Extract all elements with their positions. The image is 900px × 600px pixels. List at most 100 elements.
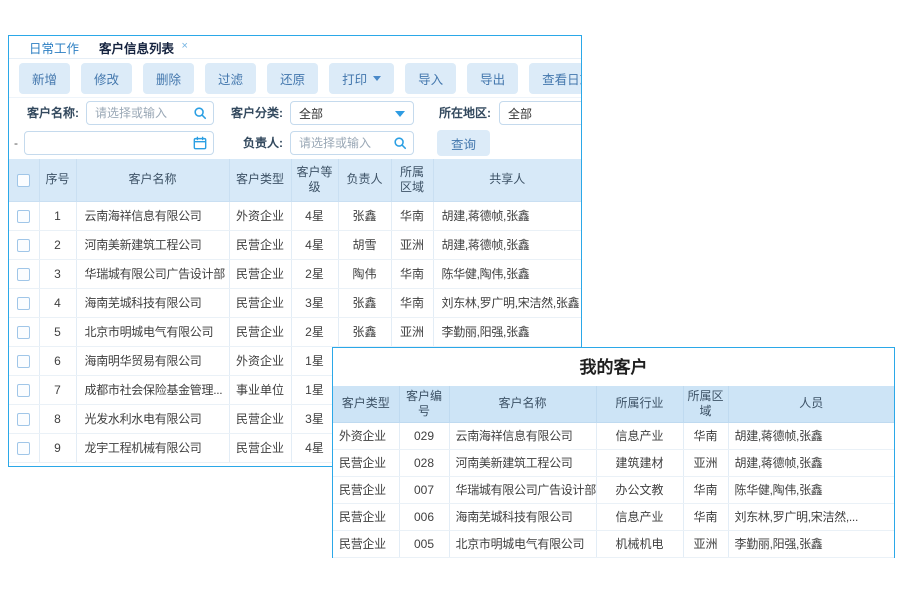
cell-region: 华南 (391, 201, 433, 230)
cell-customer-type: 外资企业 (229, 201, 291, 230)
owner-field (290, 131, 414, 155)
cell-no: 8 (39, 404, 76, 433)
date-range-separator: - (14, 130, 18, 156)
cell-customer-name[interactable]: 河南美新建筑工程公司 (76, 230, 229, 259)
cell-shared: 胡建,蒋德帧,张鑫 (433, 201, 581, 230)
col-owner: 负责人 (338, 159, 391, 201)
cell-customer-name[interactable]: 河南美新建筑工程公司 (449, 449, 596, 476)
cell-customer-code[interactable]: 006 (399, 503, 449, 530)
filter-button[interactable]: 过滤 (205, 63, 256, 94)
cell-owner[interactable]: 胡雪 (338, 230, 391, 259)
cell-owner[interactable]: 陶伟 (338, 259, 391, 288)
chevron-down-icon[interactable] (395, 111, 405, 117)
cell-region: 华南 (683, 422, 728, 449)
row-checkbox[interactable] (17, 326, 30, 339)
cell-region: 华南 (683, 476, 728, 503)
cell-customer-level: 2星 (291, 259, 338, 288)
category-label: 客户分类: (221, 100, 283, 126)
cell-customer-type: 民营企业 (333, 476, 399, 503)
close-icon[interactable]: × (182, 40, 188, 52)
cell-staff: 胡建,蒋德帧,张鑫 (728, 449, 894, 476)
panel-row: 民营企业 028 河南美新建筑工程公司 建筑建材 亚洲 胡建,蒋德帧,张鑫 (333, 449, 894, 476)
cell-shared: 胡建,蒋德帧,张鑫 (433, 230, 581, 259)
edit-button[interactable]: 修改 (81, 63, 132, 94)
cell-customer-level: 3星 (291, 404, 338, 433)
my-customers-panel: 我的客户 客户类型 客户编号 客户名称 所属行业 所属区域 人员 外资企业 02… (332, 347, 895, 558)
cell-owner[interactable]: 张鑫 (338, 201, 391, 230)
row-checkbox[interactable] (17, 210, 30, 223)
row-checkbox[interactable] (17, 355, 30, 368)
delete-button[interactable]: 删除 (143, 63, 194, 94)
cell-customer-name[interactable]: 龙宇工程机械有限公司 (76, 433, 229, 462)
print-button-label: 打印 (342, 69, 367, 88)
row-checkbox[interactable] (17, 268, 30, 281)
import-button[interactable]: 导入 (405, 63, 456, 94)
tab-customer-list[interactable]: 客户信息列表 × (89, 36, 198, 59)
col-shared: 共享人 (433, 159, 581, 201)
cell-customer-name[interactable]: 海南芜城科技有限公司 (449, 503, 596, 530)
cell-customer-name[interactable]: 华瑞城有限公司广告设计部 (76, 259, 229, 288)
row-checkbox[interactable] (17, 442, 30, 455)
cell-select (9, 259, 39, 288)
cell-select (9, 346, 39, 375)
region-input[interactable] (499, 101, 582, 125)
cell-customer-code[interactable]: 007 (399, 476, 449, 503)
cell-owner[interactable]: 张鑫 (338, 288, 391, 317)
cell-customer-name[interactable]: 华瑞城有限公司广告设计部 (449, 476, 596, 503)
search-icon[interactable] (193, 106, 207, 120)
cell-select (9, 317, 39, 346)
select-all-checkbox[interactable] (17, 174, 30, 187)
cell-select (9, 404, 39, 433)
cell-customer-level: 4星 (291, 433, 338, 462)
cell-customer-type: 外资企业 (333, 422, 399, 449)
add-button[interactable]: 新增 (19, 63, 70, 94)
cell-select (9, 288, 39, 317)
row-checkbox[interactable] (17, 297, 30, 310)
col-staff: 人员 (728, 386, 894, 422)
calendar-icon[interactable] (193, 136, 207, 150)
view-log-button[interactable]: 查看日志 (529, 63, 582, 94)
row-checkbox[interactable] (17, 413, 30, 426)
cell-customer-type: 民营企业 (229, 259, 291, 288)
date-field (24, 131, 214, 155)
cell-customer-code[interactable]: 028 (399, 449, 449, 476)
panel-row: 民营企业 007 华瑞城有限公司广告设计部 办公文教 华南 陈华健,陶伟,张鑫 (333, 476, 894, 503)
cell-select (9, 201, 39, 230)
cell-customer-level: 2星 (291, 317, 338, 346)
cell-industry: 信息产业 (596, 422, 683, 449)
panel-row: 民营企业 005 北京市明城电气有限公司 机械机电 亚洲 李勤丽,阳强,张鑫 (333, 530, 894, 557)
cell-staff: 刘东林,罗广明,宋洁然,... (728, 503, 894, 530)
cell-region: 华南 (391, 288, 433, 317)
row-checkbox[interactable] (17, 239, 30, 252)
cell-customer-name[interactable]: 海南芜城科技有限公司 (76, 288, 229, 317)
search-button[interactable]: 查询 (437, 130, 490, 156)
col-no: 序号 (39, 159, 76, 201)
row-checkbox[interactable] (17, 384, 30, 397)
print-button[interactable]: 打印 (329, 63, 394, 94)
cell-customer-name[interactable]: 云南海祥信息有限公司 (449, 422, 596, 449)
cell-customer-name[interactable]: 北京市明城电气有限公司 (449, 530, 596, 557)
cell-customer-name[interactable]: 云南海祥信息有限公司 (76, 201, 229, 230)
tab-daily-work[interactable]: 日常工作 (19, 36, 89, 59)
cell-customer-type: 民营企业 (229, 230, 291, 259)
cell-customer-name[interactable]: 北京市明城电气有限公司 (76, 317, 229, 346)
cell-customer-name[interactable]: 海南明华贸易有限公司 (76, 346, 229, 375)
cell-customer-code[interactable]: 029 (399, 422, 449, 449)
date-input[interactable] (24, 131, 214, 155)
cell-customer-level: 4星 (291, 201, 338, 230)
tab-bar: 日常工作 客户信息列表 × (9, 36, 581, 59)
tab-customer-list-label: 客户信息列表 (99, 42, 174, 56)
category-select (290, 101, 414, 125)
table-row: 3 华瑞城有限公司广告设计部 民营企业 2星 陶伟 华南 陈华健,陶伟,张鑫 (9, 259, 581, 288)
cell-region: 亚洲 (683, 449, 728, 476)
cell-customer-code[interactable]: 005 (399, 530, 449, 557)
export-button[interactable]: 导出 (467, 63, 518, 94)
col-customer-type: 客户类型 (333, 386, 399, 422)
cell-customer-type: 外资企业 (229, 346, 291, 375)
search-icon[interactable] (393, 136, 407, 150)
restore-button[interactable]: 还原 (267, 63, 318, 94)
cell-customer-name[interactable]: 成都市社会保险基金管理... (76, 375, 229, 404)
cell-customer-name[interactable]: 光发水利水电有限公司 (76, 404, 229, 433)
cell-owner[interactable]: 张鑫 (338, 317, 391, 346)
cell-no: 7 (39, 375, 76, 404)
